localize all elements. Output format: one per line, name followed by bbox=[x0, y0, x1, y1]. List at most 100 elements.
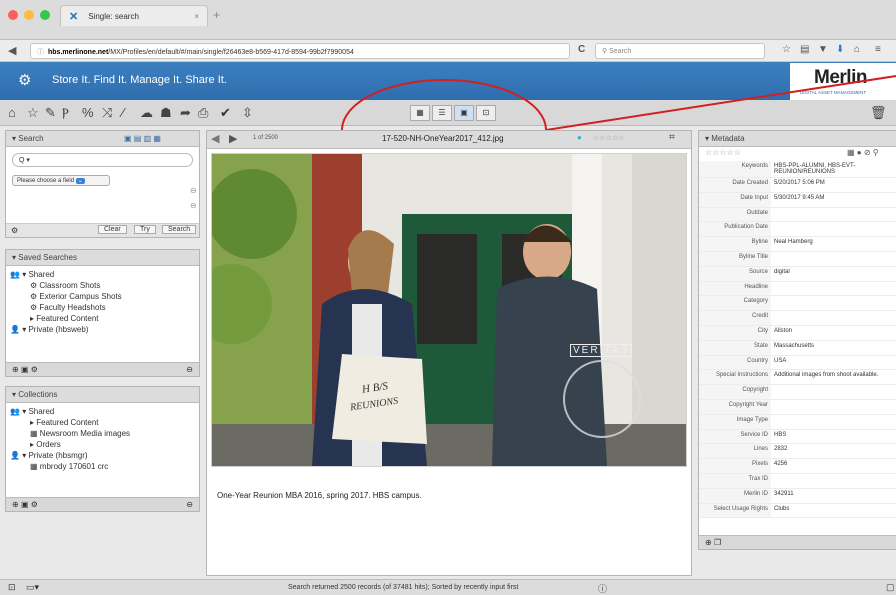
collections-header[interactable]: ▾ Collections bbox=[6, 387, 199, 403]
search-type-icons[interactable]: ▣ ▤ ▥ ▦ bbox=[124, 134, 161, 143]
back-arrow-icon[interactable]: ◀ bbox=[8, 44, 16, 57]
next-arrow-icon[interactable]: ▶ bbox=[229, 132, 237, 145]
metadata-value[interactable]: 5/30/2017 9:45 AM bbox=[771, 192, 896, 208]
metadata-value[interactable] bbox=[771, 473, 896, 489]
metadata-value[interactable] bbox=[771, 281, 896, 297]
info-icon[interactable]: ⓘ bbox=[598, 582, 607, 595]
metadata-value[interactable]: Allston bbox=[771, 325, 896, 341]
shuffle-icon[interactable]: ⤨ bbox=[102, 105, 112, 121]
tree-private[interactable]: 👤 ▾ Private (hbsweb) bbox=[10, 324, 195, 335]
tree-shared[interactable]: 👥 ▾ Shared bbox=[10, 269, 195, 280]
gear-icon[interactable]: ⚙ bbox=[18, 71, 31, 89]
image-preview[interactable]: H B/S REUNIONS VERITAS bbox=[192, 153, 687, 467]
metadata-value[interactable]: USA bbox=[771, 355, 896, 371]
metadata-value[interactable] bbox=[771, 207, 896, 223]
approve-check-icon[interactable]: ✔ bbox=[220, 105, 231, 121]
settings-icon[interactable]: ⚙ bbox=[31, 365, 38, 374]
metadata-value[interactable] bbox=[771, 384, 896, 400]
previous-arrow-icon[interactable]: ◀ bbox=[211, 132, 219, 145]
folder-icon[interactable]: ▣ bbox=[21, 500, 29, 509]
settings-icon[interactable]: ⚙ bbox=[31, 500, 38, 509]
metadata-value[interactable]: HBS bbox=[771, 429, 896, 445]
metadata-action-icons[interactable]: ▦ ● ⊘ ⚲ bbox=[847, 148, 879, 157]
print-icon[interactable]: ⎙ bbox=[198, 105, 208, 121]
collection-item[interactable]: ▦ mbrody 170601 crc bbox=[10, 461, 195, 472]
collection-folder[interactable]: ▸ Orders bbox=[10, 439, 195, 450]
remove-field-icon[interactable]: ⊖ bbox=[190, 186, 197, 195]
metadata-value[interactable] bbox=[771, 221, 896, 238]
trash-icon[interactable]: 🗑 bbox=[870, 105, 887, 121]
metadata-value[interactable]: digital bbox=[771, 266, 896, 282]
collection-folder[interactable]: ▸ Featured Content bbox=[10, 417, 195, 428]
tree-shared[interactable]: 👥 ▾ Shared bbox=[10, 406, 195, 417]
metadata-header[interactable]: ▾ Metadata bbox=[699, 131, 896, 147]
url-input[interactable]: ⓘ hbs.merlinone.net/MX/Profiles/en/defaul… bbox=[30, 43, 570, 59]
metadata-rating[interactable]: ☆☆☆☆☆ bbox=[705, 148, 741, 157]
add-icon[interactable]: ⊕ bbox=[12, 365, 19, 374]
metadata-value[interactable]: Additional images from shoot available. bbox=[771, 369, 896, 386]
metadata-value[interactable]: 2832 bbox=[771, 443, 896, 460]
add-icon[interactable]: ⊕ bbox=[12, 500, 19, 509]
magic-wand-icon[interactable]: ⁄ bbox=[122, 105, 124, 120]
maximize-window-button[interactable] bbox=[40, 10, 50, 20]
search-panel-header[interactable]: ▾ Search ▣ ▤ ▥ ▦ bbox=[6, 131, 199, 147]
browser-search-input[interactable]: ⚲ Search bbox=[595, 43, 765, 59]
clear-button[interactable]: Clear bbox=[98, 225, 127, 234]
metadata-value[interactable]: 5/20/2017 5:06 PM bbox=[771, 177, 896, 193]
sort-icon[interactable]: ⇳ bbox=[242, 105, 253, 121]
remove-icon[interactable]: ⊖ bbox=[186, 500, 193, 509]
saved-search-item[interactable]: ⚙ Faculty Headshots bbox=[10, 302, 195, 313]
remove-field-icon[interactable]: ⊖ bbox=[190, 201, 197, 210]
favorite-star-icon[interactable]: ☆ bbox=[27, 105, 39, 121]
bookmark-star-icon[interactable]: ☆ bbox=[782, 44, 791, 55]
download-icon[interactable]: ⬇ bbox=[836, 44, 844, 55]
saved-search-item[interactable]: ⚙ Classroom Shots bbox=[10, 280, 195, 291]
metadata-value[interactable]: Clubs bbox=[771, 503, 896, 519]
cloud-upload-icon[interactable]: ☁ bbox=[140, 105, 153, 121]
close-window-button[interactable] bbox=[8, 10, 18, 20]
metadata-value[interactable] bbox=[771, 399, 896, 415]
crop-icon[interactable]: ⌗ bbox=[669, 132, 675, 143]
panel-toggle-icon[interactable]: ▢ bbox=[886, 582, 895, 593]
remove-icon[interactable]: ⊖ bbox=[186, 365, 193, 374]
metadata-value[interactable]: Massachusetts bbox=[771, 340, 896, 356]
metadata-value[interactable]: 4256 bbox=[771, 458, 896, 474]
folder-icon[interactable]: ▣ bbox=[21, 365, 29, 374]
priority-icon[interactable]: Ⲣ bbox=[62, 105, 69, 121]
clipboard-icon[interactable]: ▤ bbox=[800, 44, 809, 55]
pencil-edit-icon[interactable]: ✎ bbox=[45, 105, 56, 121]
try-button[interactable]: Try bbox=[134, 225, 156, 234]
browser-tab[interactable]: ✕ Single: search × bbox=[60, 5, 208, 26]
metadata-value[interactable] bbox=[771, 295, 896, 312]
rating-stars[interactable]: ☆☆☆☆☆ bbox=[593, 134, 624, 142]
settings-icon[interactable]: ⚙ bbox=[11, 226, 18, 235]
home-icon[interactable]: ⌂ bbox=[854, 44, 860, 55]
collection-item[interactable]: ▦ Newsroom Media images bbox=[10, 428, 195, 439]
metadata-value[interactable] bbox=[771, 310, 896, 326]
layout-icon[interactable]: ▭▾ bbox=[26, 582, 39, 593]
copy-icon[interactable]: ❐ bbox=[714, 538, 721, 547]
menu-icon[interactable]: ≡ bbox=[875, 44, 881, 55]
metadata-value[interactable] bbox=[771, 414, 896, 430]
metadata-value[interactable]: HBS-PPL-ALUMNI, HBS-EVT-REUNION/REUNIONS bbox=[771, 161, 896, 178]
share-arrow-icon[interactable]: ➦ bbox=[180, 105, 191, 121]
add-icon[interactable]: ⊕ bbox=[705, 538, 712, 547]
metadata-value[interactable] bbox=[771, 251, 896, 267]
pocket-icon[interactable]: ▼ bbox=[818, 44, 828, 55]
window-icon[interactable]: ⊡ bbox=[8, 582, 16, 593]
tree-private[interactable]: 👤 ▾ Private (hbsmgr) bbox=[10, 450, 195, 461]
saved-search-item[interactable]: ⚙ Exterior Campus Shots bbox=[10, 291, 195, 302]
metadata-value[interactable]: 342911 bbox=[771, 488, 896, 504]
quick-search-input[interactable]: Q ▾ bbox=[12, 153, 193, 167]
reload-icon[interactable]: C bbox=[578, 44, 585, 55]
stack-icon[interactable]: ☗ bbox=[160, 105, 172, 121]
tab-close-icon[interactable]: × bbox=[194, 12, 199, 21]
saved-search-folder[interactable]: ▸ Featured Content bbox=[10, 313, 195, 324]
minimize-window-button[interactable] bbox=[24, 10, 34, 20]
metadata-value[interactable]: Neal Hamberg bbox=[771, 236, 896, 252]
field-select[interactable]: Please choose a field ⌄ bbox=[12, 175, 110, 186]
new-tab-button[interactable]: + bbox=[213, 8, 220, 22]
saved-searches-header[interactable]: ▾ Saved Searches bbox=[6, 250, 199, 266]
query-dropdown[interactable]: Q ▾ bbox=[19, 157, 30, 164]
search-button[interactable]: Search bbox=[162, 225, 197, 234]
